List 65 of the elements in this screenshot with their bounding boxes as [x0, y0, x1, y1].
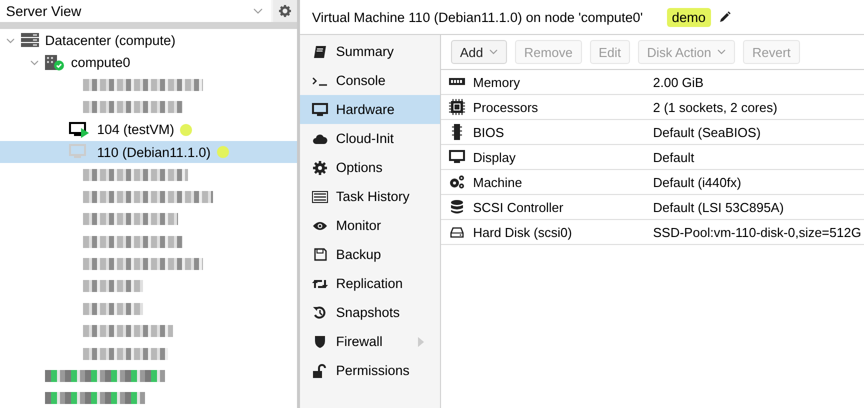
cpu-icon [449, 99, 465, 115]
tag: demo [666, 8, 711, 26]
unlocked-padlock-icon [313, 364, 327, 378]
gear-icon [313, 160, 327, 174]
hardware-name: Processors [473, 100, 540, 114]
node-label: compute0 [71, 55, 130, 70]
hardware-value: Default (SeaBIOS) [653, 124, 761, 140]
hardware-value: Default (i440fx) [653, 174, 742, 190]
hardware-name: Display [473, 150, 517, 164]
vm-label: 110 (Debian11.1.0) [97, 144, 211, 160]
caret-icon [253, 8, 263, 14]
nav-item[interactable]: Firewall [300, 327, 440, 356]
vm-label: 104 (testVM) [97, 122, 174, 138]
nav-item[interactable]: Summary [300, 37, 440, 66]
nav-item[interactable]: Permissions [300, 356, 440, 385]
nav-item[interactable]: Snapshots [300, 298, 440, 327]
tree-item[interactable]: 104 (testVM) [0, 118, 297, 141]
hardware-value: SSD-Pool:vm-110-disk-0,size=512G [653, 224, 862, 240]
settings-button[interactable] [273, 0, 297, 22]
datacenter-label: Datacenter (compute) [45, 32, 176, 48]
history-icon [313, 306, 327, 320]
pixelated-label [83, 302, 143, 315]
tree-item[interactable]: compute0 [0, 51, 297, 74]
cloud-icon [312, 132, 328, 144]
database-icon [451, 200, 463, 214]
chip-icon [452, 124, 462, 140]
nav-item[interactable]: Task History [300, 182, 440, 211]
shield-icon [314, 334, 326, 348]
monitor-icon [312, 102, 328, 116]
nav-item[interactable]: Cloud-Init [300, 124, 440, 153]
nav-item[interactable]: Backup [300, 240, 440, 269]
monitor-icon [449, 150, 465, 164]
terminal-icon [312, 74, 328, 86]
nav-item[interactable]: Console [300, 66, 440, 95]
retweet-icon [312, 278, 328, 290]
view-selector[interactable]: Server View [0, 0, 271, 22]
nav-item[interactable]: Monitor [300, 211, 440, 240]
server-rack-icon [21, 33, 39, 48]
hardware-name: Machine [473, 174, 524, 190]
hardware-name: Memory [473, 74, 521, 90]
caret-icon [717, 49, 726, 55]
nav-item[interactable]: Options [300, 153, 440, 182]
pencil-icon[interactable] [718, 11, 731, 23]
gears-icon [449, 175, 465, 189]
caret-icon [489, 49, 498, 55]
settings-icon [279, 5, 291, 17]
hardware-value: 2.00 GiB [653, 74, 704, 90]
memory-module-icon [449, 78, 465, 86]
pixelated-label [83, 280, 143, 292]
hardware-name: SCSI Controller [473, 200, 564, 214]
window-title: Virtual Machine 110 (Debian11.1.0) on node 'compute0' [312, 10, 643, 24]
hardware-value: 2 (1 sockets, 2 cores) [653, 100, 778, 114]
tree-item[interactable]: Datacenter (compute) [0, 29, 297, 52]
hard-drive-icon [450, 226, 464, 238]
hardware-name: Hard Disk (scsi0) [473, 224, 573, 240]
tree-item[interactable]: 110 (Debian11.1.0) [0, 140, 297, 164]
hardware-name: BIOS [473, 124, 506, 140]
hardware-value: Default [653, 150, 694, 164]
book-icon [313, 44, 327, 58]
hardware-value: Default (LSI 53C895A) [653, 200, 784, 214]
nav-item[interactable]: Replication [300, 269, 440, 298]
toolbar-button[interactable]: Add [451, 40, 508, 64]
eye-icon [312, 220, 328, 230]
list-icon [312, 190, 328, 202]
nav-item[interactable]: Hardware [300, 95, 440, 124]
